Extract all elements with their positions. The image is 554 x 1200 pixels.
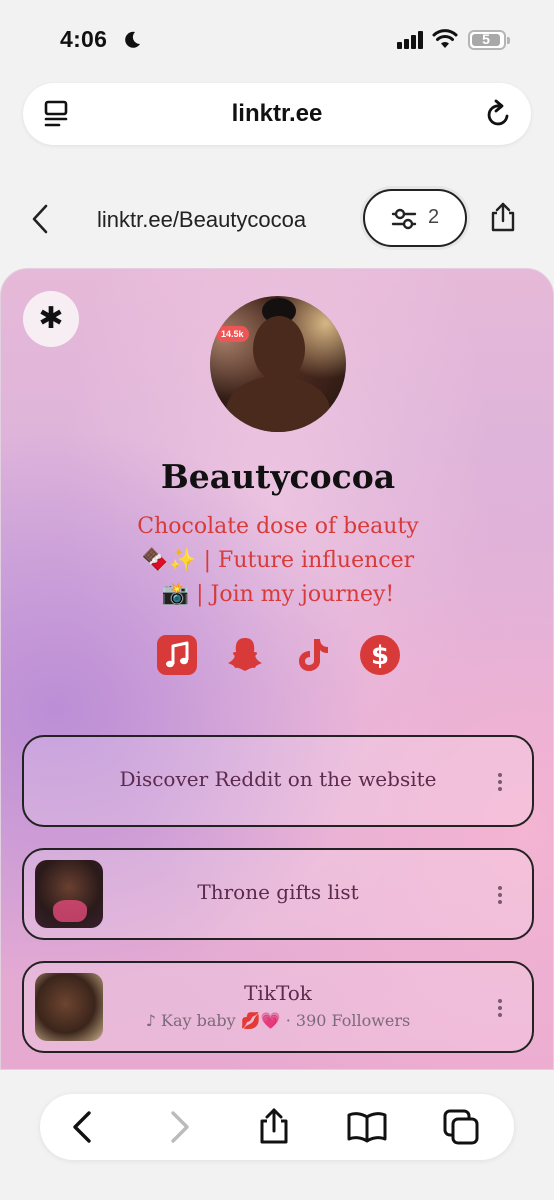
- share-icon[interactable]: [489, 201, 517, 233]
- back-icon[interactable]: [70, 1110, 94, 1144]
- profile-card: ✱ 14.5k Beautycocoa Chocolate dose of be…: [0, 268, 554, 1070]
- battery-indicator: 5: [468, 30, 510, 50]
- address-domain: linktr.ee: [231, 100, 323, 127]
- link-button-throne[interactable]: Throne gifts list: [22, 848, 534, 940]
- bio-line: 📸 | Join my journey!: [161, 582, 395, 607]
- link-title: Discover Reddit on the website: [119, 767, 437, 791]
- social-icons-row: $: [1, 634, 553, 678]
- link-title: TikTok: [244, 981, 312, 1005]
- avatar: 14.5k: [210, 296, 346, 432]
- link-title: Throne gifts list: [197, 880, 359, 904]
- back-chevron-icon[interactable]: [30, 203, 50, 235]
- linktree-logo-button[interactable]: ✱: [23, 291, 79, 347]
- profile-name: Beautycocoa: [160, 457, 396, 496]
- sliders-icon: [391, 208, 417, 230]
- bookmarks-icon[interactable]: [346, 1111, 388, 1143]
- snapchat-icon[interactable]: [224, 634, 266, 676]
- wifi-icon: [432, 29, 458, 48]
- status-bar: 4:06 5: [0, 0, 554, 80]
- link-button-reddit[interactable]: Discover Reddit on the website: [22, 735, 534, 827]
- link-button-tiktok[interactable]: TikTok ♪ Kay baby 💋💗 · 390 Followers: [22, 961, 534, 1053]
- status-time: 4:06: [60, 26, 108, 52]
- forward-icon[interactable]: [168, 1110, 192, 1144]
- cash-app-icon[interactable]: $: [359, 634, 401, 676]
- filter-count: 2: [428, 206, 440, 228]
- reload-icon[interactable]: [485, 99, 513, 129]
- svg-text:$: $: [371, 641, 389, 671]
- browser-address-bar[interactable]: linktr.ee: [23, 83, 531, 145]
- avatar-like-tag: 14.5k: [216, 326, 249, 342]
- bio-line: 🍫✨ | Future influencer: [141, 548, 415, 573]
- bio-line: Chocolate dose of beauty: [137, 514, 419, 539]
- apple-music-icon[interactable]: [156, 634, 198, 676]
- tiktok-icon[interactable]: [292, 634, 334, 676]
- link-subtitle: ♪ Kay baby 💋💗 · 390 Followers: [145, 1011, 411, 1030]
- cellular-signal-icon: [397, 31, 423, 49]
- moon-icon: [125, 31, 140, 48]
- filter-button[interactable]: 2: [363, 189, 467, 247]
- more-options-icon[interactable]: [498, 773, 502, 794]
- linktree-url[interactable]: linktr.ee/Beautycocoa: [97, 207, 306, 233]
- linktree-header: linktr.ee/Beautycocoa 2: [0, 185, 554, 255]
- tabs-icon[interactable]: [442, 1108, 480, 1146]
- more-options-icon[interactable]: [498, 999, 502, 1020]
- battery-level: 5: [482, 31, 490, 47]
- more-options-icon[interactable]: [498, 886, 502, 907]
- profile-bio: Chocolate dose of beauty 🍫✨ | Future inf…: [1, 510, 553, 612]
- share-icon[interactable]: [257, 1107, 291, 1145]
- linktree-asterisk-icon: ✱: [38, 302, 64, 335]
- browser-toolbar: [40, 1094, 514, 1160]
